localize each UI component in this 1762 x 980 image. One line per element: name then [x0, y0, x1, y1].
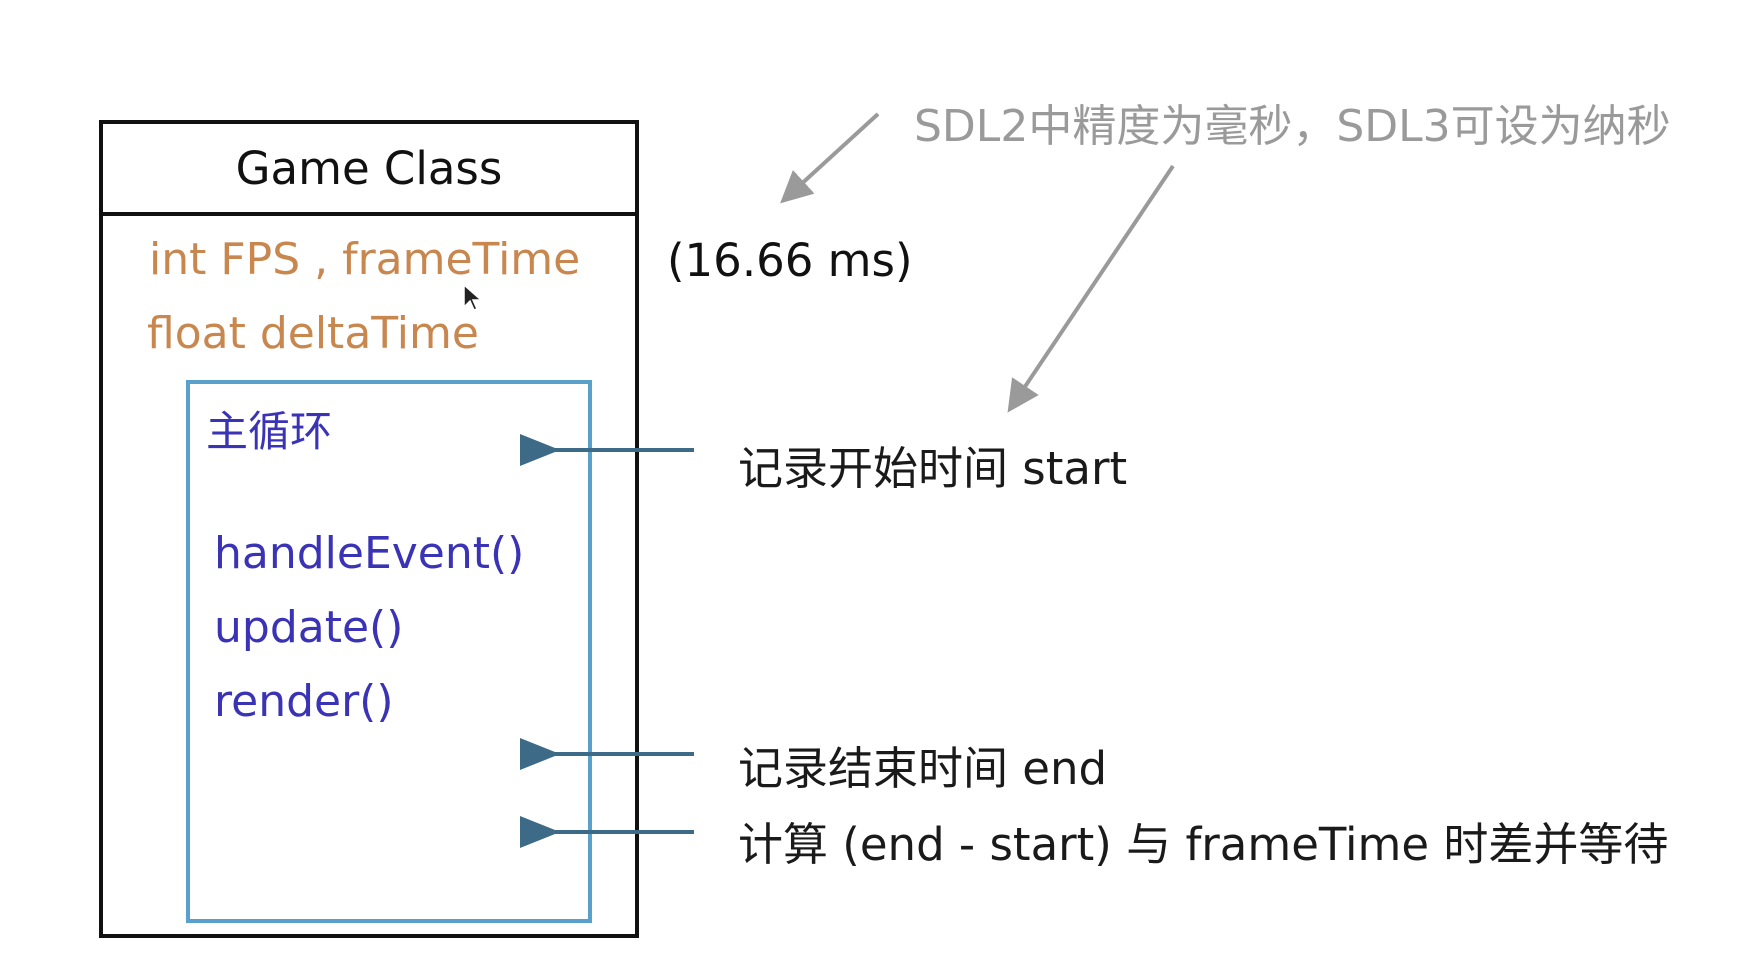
- mouse-cursor-icon: [463, 283, 483, 311]
- arrow-to-start-annotation: [1007, 164, 1175, 413]
- arrow-to-frame-time: [780, 112, 880, 204]
- arrows-layer: [520, 112, 1175, 848]
